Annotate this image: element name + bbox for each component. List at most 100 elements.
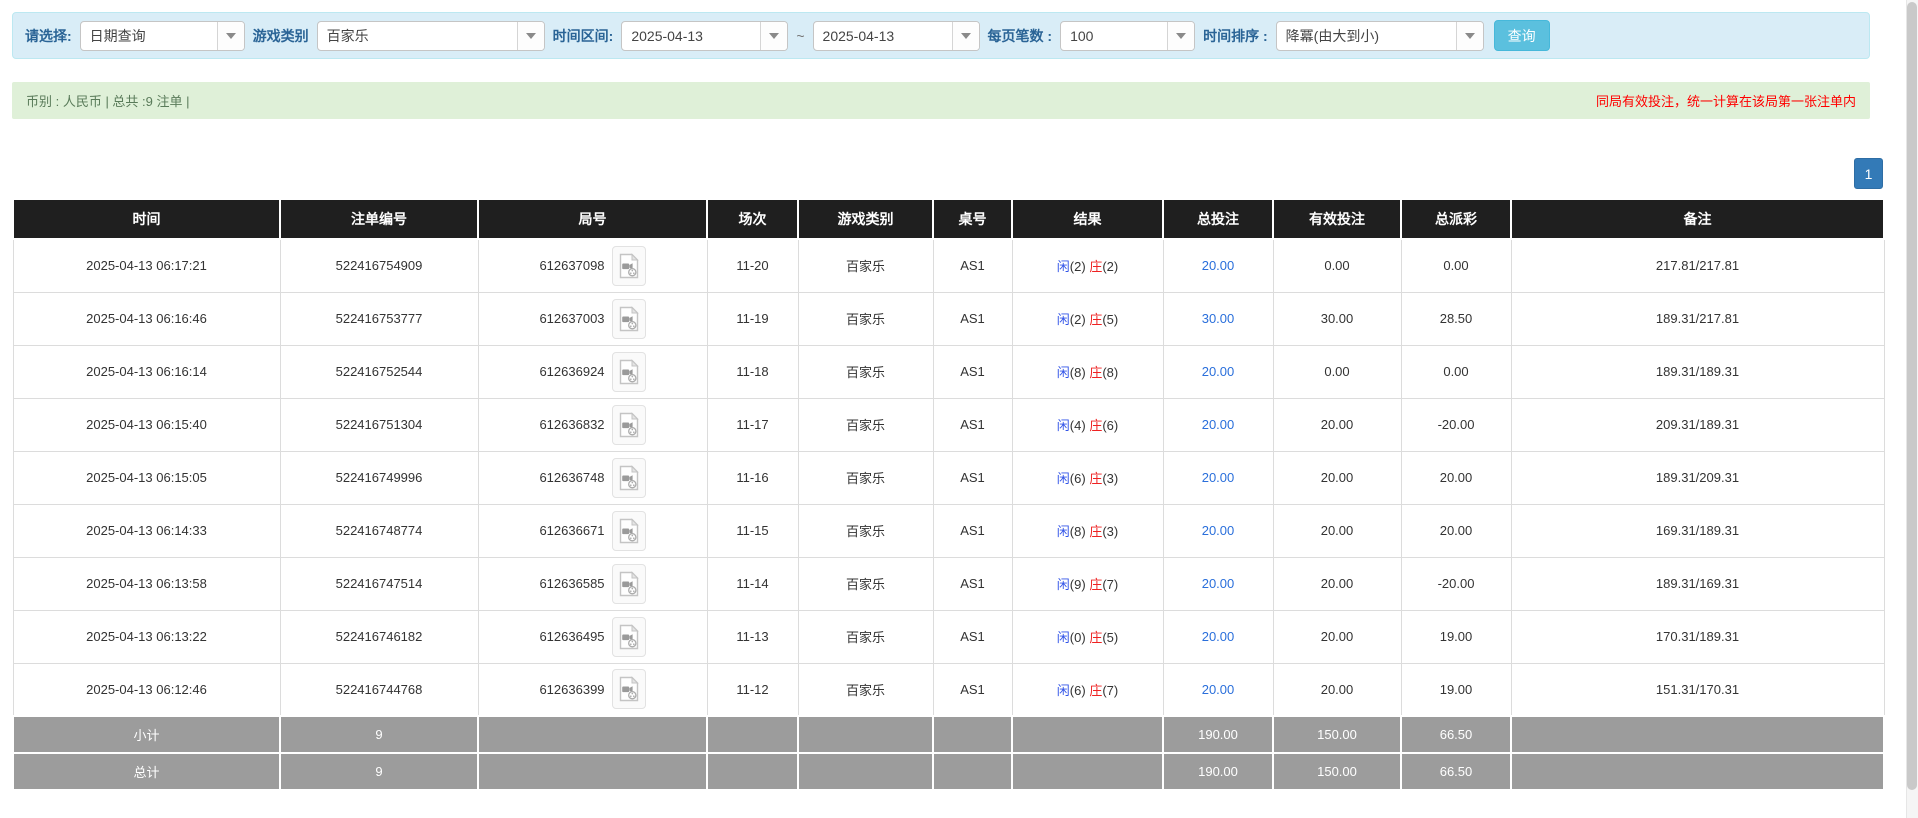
- remark-cell: 189.31/209.31: [1511, 451, 1884, 504]
- total-bet-link[interactable]: 20.00: [1202, 417, 1235, 432]
- total-bet-link[interactable]: 20.00: [1202, 258, 1235, 273]
- chevron-down-icon[interactable]: [1167, 22, 1194, 50]
- player-result-score: (6): [1070, 471, 1086, 486]
- table-number-cell: AS1: [933, 557, 1012, 610]
- game-type-cell: 百家乐: [798, 345, 933, 398]
- banker-result-score: (6): [1102, 418, 1118, 433]
- player-result-score: (2): [1070, 259, 1086, 274]
- video-file-icon[interactable]: [612, 352, 646, 392]
- chevron-down-icon[interactable]: [217, 22, 244, 50]
- total-bet-cell: 20.00: [1163, 504, 1273, 557]
- bet-id-cell: 522416752544: [280, 345, 478, 398]
- game-type-label: 游戏类别: [253, 26, 309, 46]
- result-cell: 闲(8) 庄(8): [1012, 345, 1163, 398]
- payout-cell: 0.00: [1401, 239, 1511, 292]
- video-file-icon[interactable]: [612, 458, 646, 498]
- vertical-scrollbar[interactable]: [1906, 0, 1918, 818]
- bet-records-table: 时间注单编号局号场次游戏类别桌号结果总投注有效投注总派彩备注 2025-04-1…: [12, 198, 1885, 791]
- round-id: 612636748: [539, 470, 604, 485]
- game-type-cell: 百家乐: [798, 292, 933, 345]
- valid-bet-cell: 20.00: [1273, 398, 1401, 451]
- video-file-icon[interactable]: [612, 511, 646, 551]
- per-page-value: 100: [1061, 22, 1167, 50]
- page-1-button[interactable]: 1: [1854, 158, 1883, 189]
- remark-cell: 189.31/189.31: [1511, 345, 1884, 398]
- banker-result-label: 庄: [1089, 259, 1102, 274]
- total-valid-bet: 150.00: [1273, 753, 1401, 790]
- total-bet-link[interactable]: 20.00: [1202, 576, 1235, 591]
- date-to-select[interactable]: 2025-04-13: [813, 21, 980, 51]
- banker-result-score: (5): [1102, 312, 1118, 327]
- video-file-icon[interactable]: [612, 669, 646, 709]
- date-to-value: 2025-04-13: [814, 22, 952, 50]
- time-sort-select[interactable]: 降冪(由大到小): [1276, 21, 1484, 51]
- scrollbar-thumb[interactable]: [1907, 2, 1917, 790]
- currency-total-text: 币别 : 人民币 | 总共 :9 注单 |: [26, 91, 190, 110]
- time-cell: 2025-04-13 06:16:46: [13, 292, 280, 345]
- video-file-icon[interactable]: [612, 299, 646, 339]
- column-header: 备注: [1511, 199, 1884, 239]
- subtotal-count: 9: [280, 716, 478, 753]
- player-result-score: (4): [1070, 418, 1086, 433]
- time-cell: 2025-04-13 06:13:58: [13, 557, 280, 610]
- player-result-label: 闲: [1057, 524, 1070, 539]
- video-file-icon[interactable]: [612, 246, 646, 286]
- query-type-select[interactable]: 日期查询: [80, 21, 245, 51]
- game-type-cell: 百家乐: [798, 557, 933, 610]
- round-cell: 612637003: [478, 292, 707, 345]
- column-header: 时间: [13, 199, 280, 239]
- total-bet-link[interactable]: 20.00: [1202, 629, 1235, 644]
- banker-result-score: (7): [1102, 577, 1118, 592]
- player-result-score: (8): [1070, 365, 1086, 380]
- session-cell: 11-17: [707, 398, 798, 451]
- column-header: 总投注: [1163, 199, 1273, 239]
- video-file-icon[interactable]: [612, 617, 646, 657]
- total-bet-link[interactable]: 20.00: [1202, 523, 1235, 538]
- total-bet-cell: 20.00: [1163, 345, 1273, 398]
- per-page-select[interactable]: 100: [1060, 21, 1195, 51]
- total-bet-link[interactable]: 30.00: [1202, 311, 1235, 326]
- chevron-down-icon[interactable]: [517, 22, 544, 50]
- valid-bet-cell: 20.00: [1273, 663, 1401, 716]
- payout-cell: 0.00: [1401, 345, 1511, 398]
- bet-id-cell: 522416754909: [280, 239, 478, 292]
- result-cell: 闲(6) 庄(3): [1012, 451, 1163, 504]
- table-row: 2025-04-13 06:17:21 522416754909 6126370…: [13, 239, 1884, 292]
- chevron-down-icon[interactable]: [952, 22, 979, 50]
- total-bet-link[interactable]: 20.00: [1202, 470, 1235, 485]
- chevron-down-icon[interactable]: [1456, 22, 1483, 50]
- date-from-select[interactable]: 2025-04-13: [621, 21, 788, 51]
- total-bet-cell: 30.00: [1163, 292, 1273, 345]
- game-type-value: 百家乐: [318, 22, 517, 50]
- video-file-icon[interactable]: [612, 564, 646, 604]
- bet-id-cell: 522416753777: [280, 292, 478, 345]
- total-bet-link[interactable]: 20.00: [1202, 682, 1235, 697]
- round-cell: 612636495: [478, 610, 707, 663]
- total-bet-cell: 20.00: [1163, 610, 1273, 663]
- player-result-label: 闲: [1057, 471, 1070, 486]
- chevron-down-icon[interactable]: [760, 22, 787, 50]
- remark-cell: 189.31/217.81: [1511, 292, 1884, 345]
- banker-result-label: 庄: [1089, 524, 1102, 539]
- game-type-cell: 百家乐: [798, 610, 933, 663]
- time-cell: 2025-04-13 06:15:05: [13, 451, 280, 504]
- search-button[interactable]: 查询: [1494, 20, 1550, 51]
- per-page-label: 每页笔数 :: [988, 26, 1053, 46]
- remark-cell: 169.31/189.31: [1511, 504, 1884, 557]
- banker-result-label: 庄: [1089, 418, 1102, 433]
- round-id: 612636671: [539, 523, 604, 538]
- table-row: 2025-04-13 06:14:33 522416748774 6126366…: [13, 504, 1884, 557]
- game-type-select[interactable]: 百家乐: [317, 21, 545, 51]
- player-result-score: (8): [1070, 524, 1086, 539]
- payout-cell: 19.00: [1401, 610, 1511, 663]
- select-type-label: 请选择:: [25, 26, 72, 46]
- column-header: 场次: [707, 199, 798, 239]
- subtotal-valid-bet: 150.00: [1273, 716, 1401, 753]
- table-number-cell: AS1: [933, 504, 1012, 557]
- table-row: 2025-04-13 06:16:14 522416752544 6126369…: [13, 345, 1884, 398]
- video-file-icon[interactable]: [612, 405, 646, 445]
- result-cell: 闲(2) 庄(5): [1012, 292, 1163, 345]
- tilde-separator: ~: [796, 28, 804, 44]
- banker-result-score: (3): [1102, 524, 1118, 539]
- total-bet-link[interactable]: 20.00: [1202, 364, 1235, 379]
